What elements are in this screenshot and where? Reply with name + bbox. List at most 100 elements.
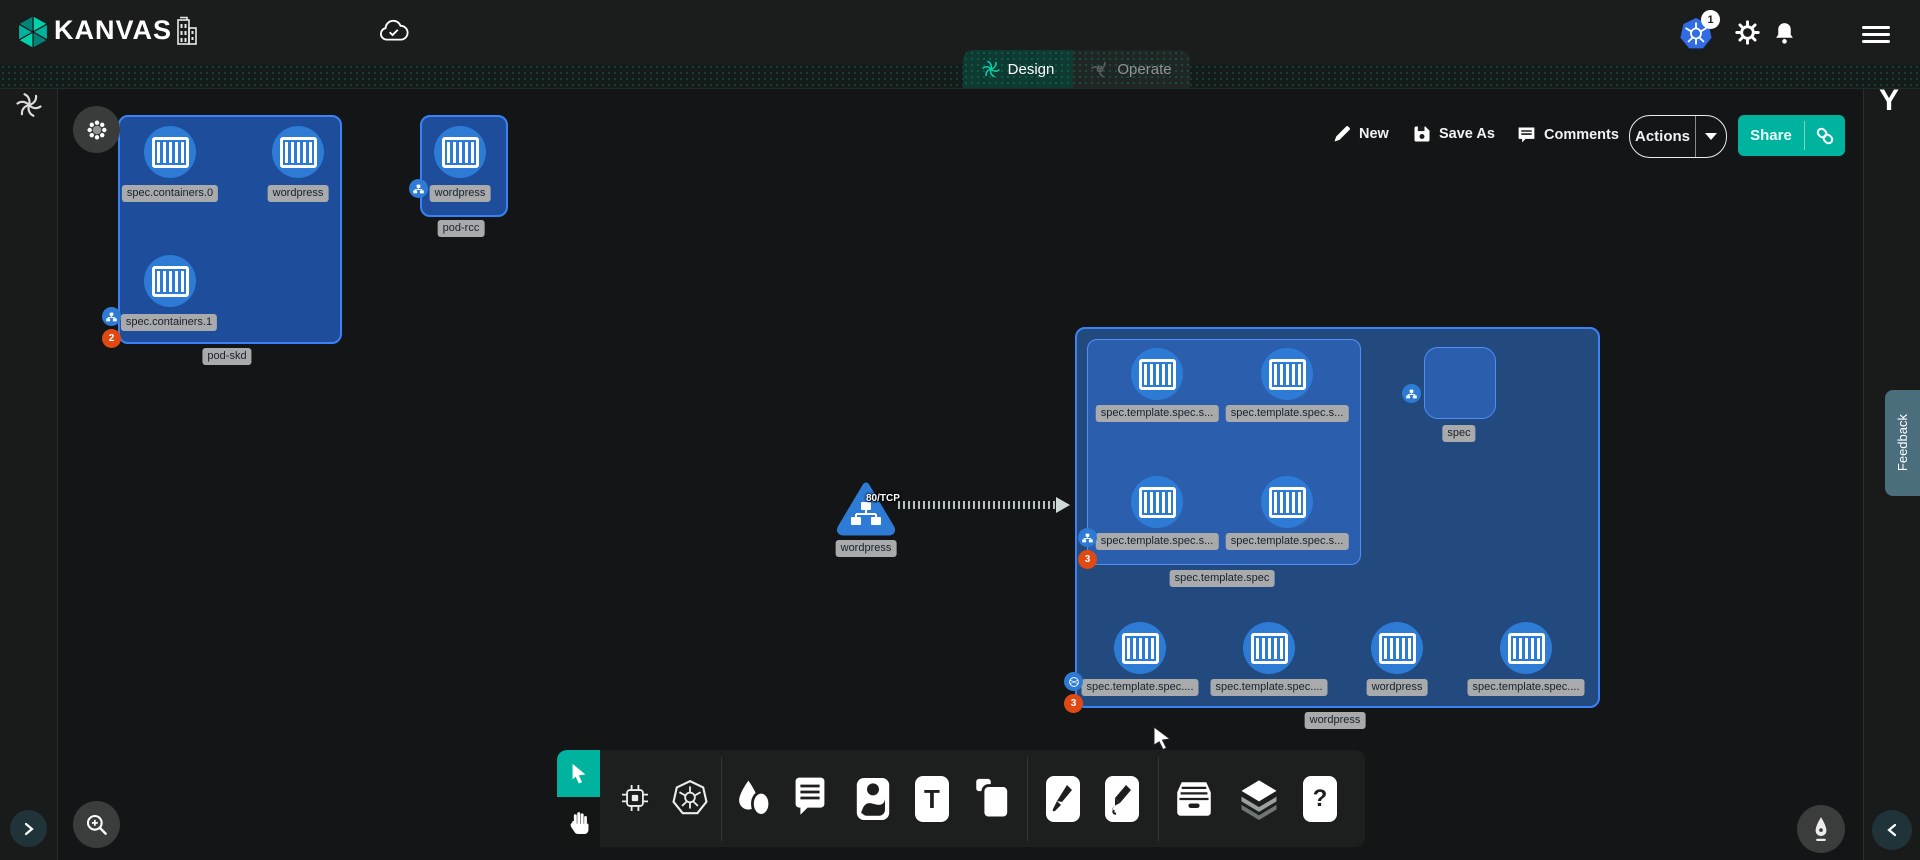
zoom-button[interactable]	[73, 801, 120, 848]
container-icon	[280, 137, 317, 168]
kubernetes-tool-button[interactable]	[671, 778, 709, 818]
container-node[interactable]	[1243, 622, 1295, 674]
container-node[interactable]	[1131, 476, 1183, 528]
pen-tool-button[interactable]	[1797, 805, 1845, 853]
service-edge[interactable]	[898, 501, 1058, 509]
menu-hamburger-icon[interactable]	[1862, 22, 1890, 47]
link-icon	[1814, 125, 1836, 147]
actions-label[interactable]: Actions	[1630, 128, 1695, 145]
save-as-label: Save As	[1439, 126, 1495, 142]
feedback-label: Feedback	[1895, 414, 1910, 471]
container-icon	[1139, 487, 1176, 518]
notifications-bell-icon[interactable]	[1772, 20, 1797, 46]
mouse-cursor	[1152, 726, 1176, 752]
comment-tool-button[interactable]	[792, 776, 828, 820]
pencil-draw-icon	[1110, 782, 1134, 816]
container-icon	[1508, 633, 1545, 664]
container-icon	[1139, 359, 1176, 390]
container-icon	[1122, 633, 1159, 664]
tab-design[interactable]: Design	[963, 50, 1073, 88]
node-spec[interactable]	[1424, 347, 1496, 419]
collapse-right-panel-button[interactable]	[1872, 810, 1912, 850]
pen-nib-icon	[1808, 815, 1834, 843]
alert-count-badge[interactable]: 2	[102, 329, 121, 348]
tab-operate[interactable]: Operate	[1073, 50, 1190, 88]
layers-tool-button[interactable]	[1239, 778, 1279, 820]
actions-caret-button[interactable]	[1696, 133, 1726, 140]
tab-operate-label: Operate	[1117, 61, 1171, 78]
text-tool-button[interactable]: T	[915, 776, 949, 822]
save-as-button[interactable]: Save As	[1412, 124, 1495, 144]
alert-count-badge[interactable]: 3	[1078, 550, 1097, 569]
chevron-left-icon	[1885, 823, 1899, 837]
service-node[interactable]	[834, 478, 898, 538]
container-node[interactable]	[272, 126, 324, 178]
scalpel-tool-button[interactable]	[1046, 776, 1080, 822]
shapes-tool-button[interactable]	[733, 776, 773, 820]
container-node[interactable]	[1114, 622, 1166, 674]
organization-icon[interactable]	[172, 16, 200, 48]
container-icon	[1379, 633, 1416, 664]
drawer-icon	[1175, 778, 1213, 820]
pod-type-badge[interactable]	[1402, 384, 1421, 403]
pod-type-badge[interactable]	[409, 179, 428, 198]
shapes-dock-toggle[interactable]: Y	[1879, 84, 1899, 118]
pencil-tool-button[interactable]	[1105, 776, 1139, 822]
header-bar	[0, 0, 1920, 64]
feedback-tab[interactable]: Feedback	[1885, 390, 1920, 496]
container-icon	[1251, 633, 1288, 664]
pod-type-badge[interactable]	[102, 307, 121, 326]
share-button[interactable]: Share	[1738, 115, 1845, 156]
pod-icon	[413, 184, 424, 194]
node-label: spec.template.spec.s...	[1096, 533, 1219, 550]
node-label: spec	[1442, 425, 1475, 442]
tab-design-label: Design	[1008, 61, 1055, 78]
select-tool-button[interactable]	[557, 750, 600, 797]
container-node[interactable]	[1371, 622, 1423, 674]
kanvas-logo-icon[interactable]	[14, 12, 52, 52]
settings-gear-icon[interactable]	[1734, 19, 1761, 46]
frame-tool-button[interactable]	[974, 776, 1012, 822]
copy-link-button[interactable]	[1805, 125, 1845, 147]
share-label[interactable]: Share	[1738, 127, 1804, 144]
node-label: wordpress	[268, 185, 329, 202]
group-spec-template-spec[interactable]	[1087, 339, 1361, 565]
comment-bubble-icon	[792, 776, 828, 820]
archive-tool-button[interactable]	[1175, 778, 1213, 820]
container-node[interactable]	[1131, 348, 1183, 400]
image-icon	[855, 776, 891, 822]
container-node[interactable]	[1261, 348, 1313, 400]
components-tool-button[interactable]	[617, 780, 653, 816]
pan-tool-button[interactable]	[557, 797, 600, 847]
container-node[interactable]	[1500, 622, 1552, 674]
alert-count-badge[interactable]: 3	[1064, 694, 1083, 713]
tab-strip	[0, 64, 1920, 89]
deployment-type-badge[interactable]	[1064, 672, 1083, 691]
help-tool-button[interactable]: ?	[1303, 776, 1337, 822]
pod-type-badge[interactable]	[1078, 528, 1097, 547]
node-label: spec.template.spec.s...	[1226, 533, 1349, 550]
kubernetes-count-badge[interactable]: 1	[1701, 10, 1720, 29]
dock-divider	[1158, 757, 1159, 841]
group-label: pod-rcc	[438, 220, 485, 237]
shapes-icon	[733, 776, 773, 820]
node-label: wordpress	[836, 540, 897, 557]
media-tool-button[interactable]	[855, 776, 891, 822]
new-button[interactable]: New	[1332, 124, 1389, 144]
dock-divider	[1027, 757, 1028, 841]
container-node[interactable]	[144, 126, 196, 178]
mode-tabs: Design Operate	[963, 50, 1190, 88]
container-node[interactable]	[434, 126, 486, 178]
comment-icon	[1516, 124, 1537, 145]
floating-resource-button[interactable]	[73, 106, 120, 153]
expand-left-panel-button[interactable]	[10, 810, 47, 847]
history-spiral-icon[interactable]	[16, 92, 42, 118]
chip-icon	[618, 781, 652, 815]
layers-icon	[1239, 778, 1279, 820]
container-node[interactable]	[1261, 476, 1313, 528]
comments-button[interactable]: Comments	[1516, 124, 1619, 145]
actions-dropdown[interactable]: Actions	[1629, 115, 1727, 158]
pod-icon	[1406, 389, 1417, 399]
node-label: spec.containers.0	[122, 185, 218, 202]
container-node[interactable]	[144, 255, 196, 307]
